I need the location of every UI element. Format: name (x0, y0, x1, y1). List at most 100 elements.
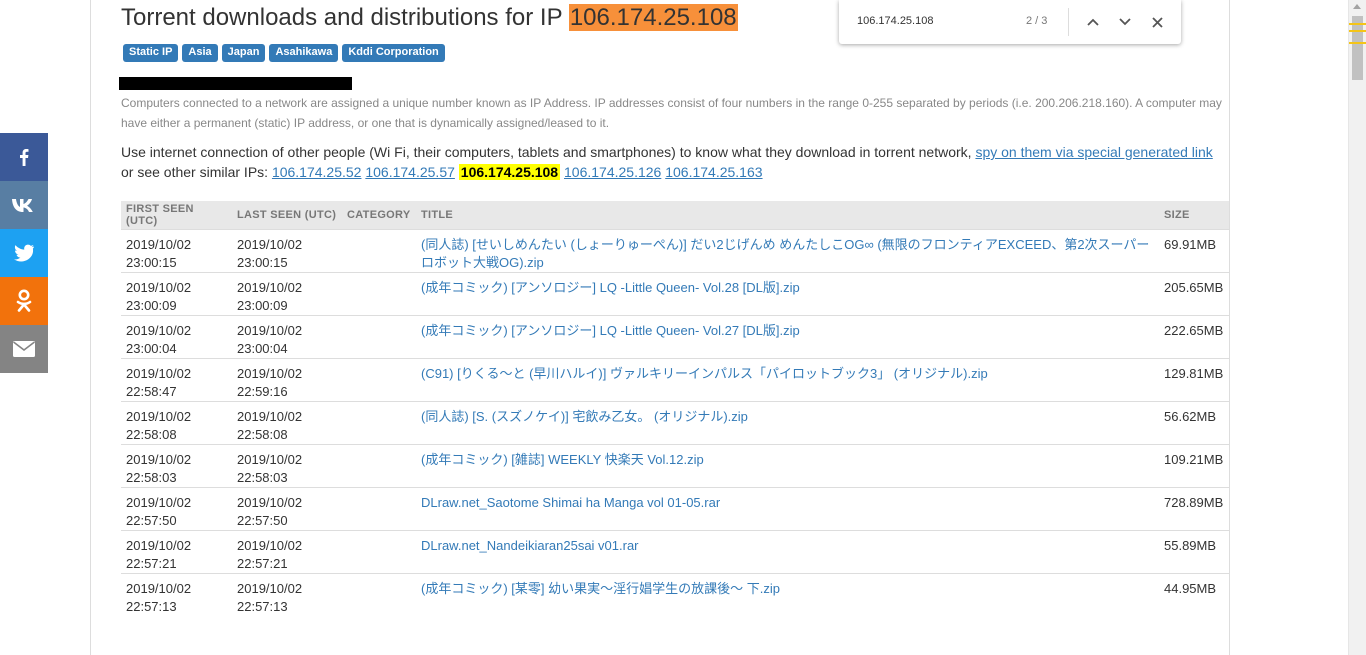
last-seen-time: 22:57:21 (237, 556, 288, 571)
title-cell: DLraw.net_Nandeikiaran25sai v01.rar (416, 530, 1159, 574)
title-cell: (成年コミック) [雑誌] WEEKLY 快楽天 Vol.12.zip (416, 444, 1159, 488)
vk-icon (12, 199, 33, 212)
last-seen-date: 2019/10/02 (237, 452, 303, 467)
torrent-title-link[interactable]: (成年コミック) [アンソロジー] LQ -Little Queen- Vol.… (421, 280, 800, 295)
first-seen-time: 22:58:08 (126, 427, 177, 442)
title-cell: (同人誌) [せいしめんたい (しょーりゅーぺん)] だい2じげんめ めんたしこ… (416, 229, 1159, 273)
page-title: Torrent downloads and distributions for … (121, 4, 738, 32)
last-seen-time: 22:59:16 (237, 384, 288, 399)
last-seen-time: 22:57:13 (237, 599, 288, 614)
torrent-title-link[interactable]: (同人誌) [せいしめんたい (しょーりゅーぺん)] だい2じげんめ めんたしこ… (421, 237, 1149, 270)
header-first-seen[interactable]: FIRST SEEN (UTC) (121, 201, 232, 230)
share-vk-button[interactable] (0, 181, 48, 229)
first-seen-date: 2019/10/02 (126, 366, 192, 381)
torrent-title-link[interactable]: (成年コミック) [某零] 幼い果実～淫行娼学生の放課後～ 下.zip (421, 581, 780, 596)
table-row: 2019/10/02 22:57:21 2019/10/02 22:57:21 DLra… (121, 530, 1229, 574)
size-cell: 222.65MB (1159, 315, 1229, 359)
share-twitter-button[interactable] (0, 229, 48, 277)
page-container: Torrent downloads and distributions for … (90, 0, 1230, 655)
table-row: 2019/10/02 22:57:50 2019/10/02 22:57:50 DLra… (121, 487, 1229, 531)
tag-asahikawa[interactable]: Asahikawa (269, 44, 339, 62)
find-previous-button[interactable] (1083, 12, 1103, 32)
vertical-scrollbar[interactable] (1348, 0, 1366, 655)
usage-text-1: Use internet connection of other people … (121, 144, 976, 160)
last-seen-date: 2019/10/02 (237, 581, 303, 596)
close-icon (1151, 16, 1163, 28)
first-seen-cell: 2019/10/02 23:00:04 (121, 315, 232, 359)
last-seen-cell: 2019/10/02 22:57:50 (232, 487, 342, 531)
first-seen-time: 22:57:50 (126, 513, 177, 528)
size-cell: 109.21MB (1159, 444, 1229, 488)
first-seen-time: 23:00:09 (126, 298, 177, 313)
torrent-title-link[interactable]: (同人誌) [S. (スズノケイ)] 宅飲み乙女。 (オリジナル).zip (421, 409, 748, 424)
header-last-seen[interactable]: LAST SEEN (UTC) (232, 201, 342, 230)
scroll-up-arrow-icon[interactable] (1353, 4, 1361, 9)
last-seen-cell: 2019/10/02 22:57:13 (232, 573, 342, 616)
first-seen-cell: 2019/10/02 23:00:09 (121, 272, 232, 316)
first-seen-date: 2019/10/02 (126, 538, 192, 553)
last-seen-date: 2019/10/02 (237, 323, 303, 338)
size-cell: 44.95MB (1159, 573, 1229, 616)
page-title-ip: 106.174.25.108 (568, 4, 738, 31)
last-seen-cell: 2019/10/02 22:59:16 (232, 358, 342, 402)
torrent-title-link[interactable]: DLraw.net_Nandeikiaran25sai v01.rar (421, 538, 639, 553)
table-header-row: FIRST SEEN (UTC) LAST SEEN (UTC) CATEGOR… (121, 201, 1229, 230)
first-seen-cell: 2019/10/02 22:58:08 (121, 401, 232, 445)
tag-japan[interactable]: Japan (221, 44, 266, 62)
find-in-page-bar: 106.174.25.108 2 / 3 (839, 0, 1181, 44)
similar-ip-link[interactable]: 106.174.25.52 (272, 164, 362, 180)
first-seen-time: 22:58:03 (126, 470, 177, 485)
share-facebook-button[interactable] (0, 133, 48, 181)
category-cell (342, 229, 416, 273)
tag-asia[interactable]: Asia (182, 44, 218, 62)
facebook-icon (20, 149, 29, 166)
category-cell (342, 272, 416, 316)
last-seen-time: 23:00:15 (237, 255, 288, 270)
tag-kddi-corporation[interactable]: Kddi Corporation (342, 44, 445, 62)
first-seen-time: 23:00:15 (126, 255, 177, 270)
torrent-title-link[interactable]: (C91) [りくる～と (早川ハルイ)] ヴァルキリーインパルス「パイロットブ… (421, 366, 988, 381)
scrollbar-thumb[interactable] (1352, 16, 1363, 80)
first-seen-date: 2019/10/02 (126, 409, 192, 424)
torrent-title-link[interactable]: DLraw.net_Saotome Shimai ha Manga vol 01… (421, 495, 720, 510)
first-seen-date: 2019/10/02 (126, 237, 192, 252)
header-category[interactable]: CATEGORY (342, 201, 416, 230)
spy-link[interactable]: spy on them via special generated link (975, 144, 1212, 160)
tag-list: Static IP Asia Japan Asahikawa Kddi Corp… (123, 44, 445, 62)
first-seen-cell: 2019/10/02 22:58:03 (121, 444, 232, 488)
find-next-button[interactable] (1115, 12, 1135, 32)
share-email-button[interactable] (0, 325, 48, 373)
similar-ip-link[interactable]: 106.174.25.57 (365, 164, 455, 180)
find-query-input[interactable]: 106.174.25.108 (857, 15, 933, 27)
first-seen-cell: 2019/10/02 22:58:47 (121, 358, 232, 402)
find-close-button[interactable] (1147, 12, 1167, 32)
torrent-table: FIRST SEEN (UTC) LAST SEEN (UTC) CATEGOR… (121, 201, 1229, 616)
title-cell: (成年コミック) [アンソロジー] LQ -Little Queen- Vol.… (416, 272, 1159, 316)
torrent-title-link[interactable]: (成年コミック) [アンソロジー] LQ -Little Queen- Vol.… (421, 323, 800, 338)
first-seen-cell: 2019/10/02 22:57:50 (121, 487, 232, 531)
title-cell: (同人誌) [S. (スズノケイ)] 宅飲み乙女。 (オリジナル).zip (416, 401, 1159, 445)
chevron-down-icon (1119, 18, 1131, 26)
size-cell: 728.89MB (1159, 487, 1229, 531)
last-seen-date: 2019/10/02 (237, 366, 303, 381)
category-cell (342, 530, 416, 574)
first-seen-time: 23:00:04 (126, 341, 177, 356)
size-cell: 69.91MB (1159, 229, 1229, 273)
last-seen-date: 2019/10/02 (237, 409, 303, 424)
header-title[interactable]: TITLE (416, 201, 1159, 230)
first-seen-date: 2019/10/02 (126, 323, 192, 338)
last-seen-date: 2019/10/02 (237, 237, 303, 252)
torrent-title-link[interactable]: (成年コミック) [雑誌] WEEKLY 快楽天 Vol.12.zip (421, 452, 704, 467)
header-size[interactable]: SIZE (1159, 201, 1229, 230)
table-row: 2019/10/02 22:57:13 2019/10/02 22:57:13 (成年コ… (121, 573, 1229, 616)
category-cell (342, 444, 416, 488)
tag-static-ip[interactable]: Static IP (123, 44, 179, 62)
similar-ip-link[interactable]: 106.174.25.163 (665, 164, 762, 180)
title-cell: DLraw.net_Saotome Shimai ha Manga vol 01… (416, 487, 1159, 531)
twitter-icon (14, 244, 34, 262)
last-seen-cell: 2019/10/02 23:00:09 (232, 272, 342, 316)
category-cell (342, 487, 416, 531)
similar-ip-link[interactable]: 106.174.25.126 (564, 164, 661, 180)
size-cell: 129.81MB (1159, 358, 1229, 402)
share-odnoklassniki-button[interactable] (0, 277, 48, 325)
